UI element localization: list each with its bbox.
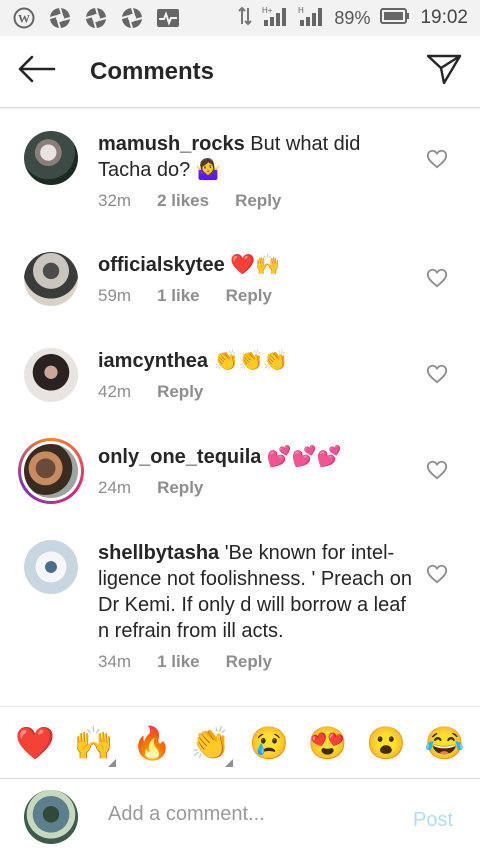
battery-icon (380, 7, 410, 30)
comment-likes[interactable]: 2 likes (157, 191, 209, 211)
data-arrows-icon (238, 6, 253, 31)
reply-button[interactable]: Reply (157, 382, 203, 402)
comment-time: 24m (98, 478, 132, 497)
comment-time: 32m (98, 191, 132, 210)
svg-text:W: W (18, 12, 30, 26)
aperture-icon (120, 6, 144, 30)
comment-composer: Add a comment... Post (0, 778, 480, 854)
comment-time: 34m (98, 652, 132, 671)
arrow-left-icon (16, 54, 56, 89)
like-button[interactable] (426, 459, 448, 481)
aperture-icon (48, 6, 72, 30)
status-bar: W H+ H 89% 19:02 (0, 0, 480, 36)
like-button[interactable] (426, 563, 448, 585)
signal-icon: H (298, 6, 324, 31)
emoji-laughing-button[interactable]: 😂 (419, 723, 471, 763)
comment-likes[interactable]: 1 like (157, 652, 200, 672)
avatar[interactable] (24, 540, 78, 594)
avatar[interactable] (24, 131, 78, 185)
comment-likes[interactable]: 1 like (157, 286, 200, 306)
activity-icon (156, 6, 180, 30)
reply-button[interactable]: Reply (157, 478, 203, 498)
avatar[interactable] (18, 438, 84, 504)
back-button[interactable] (0, 36, 72, 108)
like-button[interactable] (426, 363, 448, 385)
signal-icon: H+ (262, 6, 288, 31)
avatar[interactable] (24, 348, 78, 402)
aperture-icon (84, 6, 108, 30)
comment-username[interactable]: mamush_rocks (98, 133, 245, 155)
skin-tone-indicator (224, 758, 233, 767)
reply-button[interactable]: Reply (235, 191, 281, 211)
comment-time: 42m (98, 382, 132, 401)
comment-input[interactable]: Add a comment... (108, 803, 265, 826)
reply-button[interactable]: Reply (226, 652, 272, 672)
svg-text:H: H (298, 6, 304, 15)
post-button[interactable]: Post (413, 809, 453, 832)
emoji-crying-button[interactable]: 😢 (243, 723, 295, 763)
clock: 19:02 (420, 7, 468, 28)
comment-username[interactable]: only_one_tequila (98, 446, 261, 468)
comment-text: ❤️🙌 (224, 254, 281, 276)
comment-username[interactable]: officialskytee (98, 254, 225, 276)
emoji-heart-button[interactable]: ❤️ (9, 723, 61, 763)
page-title: Comments (90, 57, 215, 85)
comment-text: 👏👏👏 (208, 350, 289, 372)
user-avatar (24, 790, 78, 844)
battery-percent: 89% (334, 7, 371, 28)
emoji-raised-hands-button[interactable]: 🙌 (68, 723, 120, 767)
like-button[interactable] (426, 148, 448, 170)
comment-username[interactable]: shellbytasha (98, 542, 219, 564)
comment-time: 59m (98, 286, 132, 305)
emoji-clap-button[interactable]: 👏 (185, 723, 237, 767)
comment-username[interactable]: iamcynthea (98, 350, 208, 372)
avatar[interactable] (24, 252, 78, 306)
like-button[interactable] (426, 267, 448, 289)
wordpress-icon: W (12, 6, 36, 30)
paper-plane-icon (426, 53, 462, 90)
svg-text:H+: H+ (262, 6, 273, 15)
emoji-heart-eyes-button[interactable]: 😍 (302, 723, 354, 763)
heart-icon (426, 268, 448, 288)
heart-icon (426, 460, 448, 480)
reply-button[interactable]: Reply (226, 286, 272, 306)
emoji-surprised-button[interactable]: 😮 (360, 723, 412, 763)
comment-text: 💕💕💕 (261, 446, 342, 468)
emoji-bar: ❤️ 🙌 🔥 👏 😢 😍 😮 😂 (0, 706, 480, 778)
heart-icon (426, 364, 448, 384)
heart-icon (426, 149, 448, 169)
share-button[interactable] (408, 36, 480, 108)
header: Comments (0, 36, 480, 108)
skin-tone-indicator (107, 758, 116, 767)
heart-icon (426, 564, 448, 584)
emoji-fire-button[interactable]: 🔥 (126, 723, 178, 763)
